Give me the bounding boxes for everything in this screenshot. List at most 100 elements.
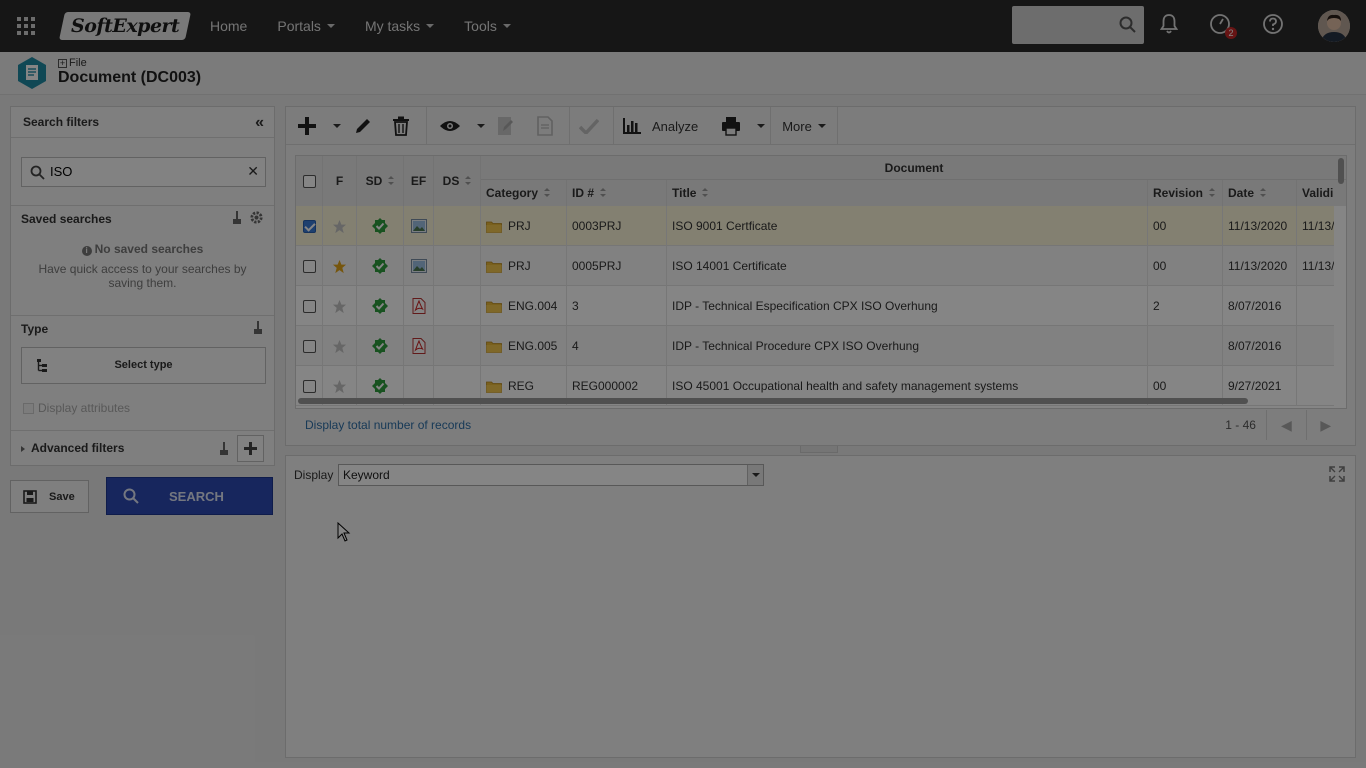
column-header-category[interactable]: Category: [481, 180, 567, 206]
electronic-file-cell: [404, 286, 434, 326]
nav-item-portals[interactable]: Portals: [277, 18, 335, 34]
sort-icon: [702, 188, 709, 198]
nav-item-tools[interactable]: Tools: [464, 18, 511, 34]
favorite-cell: [323, 286, 357, 326]
favorite-star-icon[interactable]: [332, 299, 347, 314]
collapse-panel-icon[interactable]: «: [255, 114, 264, 132]
pencil-icon: [356, 119, 370, 133]
favorite-star-filled-icon[interactable]: [332, 259, 347, 274]
folder-icon: [486, 221, 502, 233]
save-button[interactable]: Save: [10, 480, 89, 513]
electronic-file-cell: [404, 206, 434, 246]
advanced-filters-section[interactable]: Advanced filters: [11, 430, 274, 466]
view-button[interactable]: [436, 107, 464, 145]
ds-cell: [434, 246, 481, 286]
advanced-filters-toggle[interactable]: Advanced filters: [21, 441, 124, 455]
broom-icon[interactable]: [218, 441, 230, 456]
caret-down-icon: [326, 24, 335, 28]
horizontal-scrollbar[interactable]: [298, 398, 1248, 404]
group-header-document: Document: [481, 156, 1346, 180]
gear-icon[interactable]: [249, 210, 264, 225]
add-dropdown-button[interactable]: [330, 107, 344, 145]
image-file-icon: [410, 259, 427, 273]
row-checkbox[interactable]: [302, 339, 316, 353]
help-icon[interactable]: [1262, 13, 1284, 35]
nav-item-my-tasks[interactable]: My tasks: [365, 18, 435, 34]
category-cell: PRJ: [481, 246, 567, 286]
validity-cell: [1297, 286, 1334, 326]
filter-search-field[interactable]: ✕: [21, 157, 266, 187]
column-header-id[interactable]: ID #: [567, 180, 667, 206]
status-approved-icon: [372, 218, 388, 234]
checkin-button[interactable]: [532, 107, 558, 145]
column-header-date[interactable]: Date: [1223, 180, 1297, 206]
column-header-revision[interactable]: Revision: [1148, 180, 1223, 206]
breadcrumb[interactable]: + File: [58, 57, 87, 69]
approve-button[interactable]: [576, 107, 602, 145]
checkbox[interactable]: [23, 402, 34, 414]
status-approved-icon: [372, 378, 388, 394]
caret-right-icon: [21, 446, 25, 452]
status-cell: [357, 246, 404, 286]
clear-search-icon[interactable]: ✕: [247, 163, 259, 180]
delete-button[interactable]: [388, 107, 414, 145]
mouse-cursor-icon: [337, 522, 351, 542]
analyze-button[interactable]: Analyze: [622, 107, 704, 145]
view-dropdown-button[interactable]: [474, 107, 488, 145]
add-button[interactable]: [294, 107, 320, 145]
column-header-title[interactable]: Title: [667, 180, 1148, 206]
bell-icon[interactable]: [1160, 13, 1178, 35]
search-icon[interactable]: [1119, 16, 1136, 33]
panel-split-handle[interactable]: [800, 446, 838, 453]
expand-icon[interactable]: [1329, 466, 1345, 482]
table-row[interactable]: PRJ 0003PRJ ISO 9001 Certficate 00 11/13/202…: [296, 206, 1334, 246]
add-filter-button[interactable]: [237, 435, 264, 462]
favorite-star-icon[interactable]: [332, 219, 347, 234]
global-search[interactable]: [1012, 6, 1144, 44]
softexpert-logo[interactable]: SoftExpert: [59, 12, 191, 40]
row-checkbox[interactable]: [302, 219, 316, 233]
broom-icon[interactable]: [231, 210, 243, 225]
title-cell: IDP - Technical Procedure CPX ISO Overhu…: [667, 326, 1148, 366]
print-dropdown-button[interactable]: [754, 107, 768, 145]
display-attributes-checkbox[interactable]: Display attributes: [23, 401, 130, 415]
broom-icon[interactable]: [252, 320, 264, 335]
category-cell: PRJ: [481, 206, 567, 246]
table-row[interactable]: PRJ 0005PRJ ISO 14001 Certificate 00 11/13/2…: [296, 246, 1334, 286]
dropdown-arrow-icon[interactable]: [747, 465, 763, 485]
display-select[interactable]: Keyword: [338, 464, 764, 486]
row-checkbox[interactable]: [302, 259, 316, 273]
folder-icon: [486, 381, 502, 393]
tasks-gauge[interactable]: 2: [1209, 13, 1237, 39]
vertical-scrollbar[interactable]: [1338, 158, 1344, 184]
edit-button[interactable]: [350, 107, 376, 145]
more-button[interactable]: More: [776, 107, 832, 145]
row-checkbox[interactable]: [302, 299, 316, 313]
id-cell: 0003PRJ: [567, 206, 667, 246]
select-type-button[interactable]: Select type: [21, 347, 266, 384]
display-total-records-link[interactable]: Display total number of records: [305, 418, 471, 432]
favorite-star-icon[interactable]: [332, 379, 347, 394]
nav-item-home[interactable]: Home: [210, 18, 247, 34]
notification-badge: 2: [1225, 27, 1237, 39]
user-avatar[interactable]: [1318, 10, 1350, 42]
global-search-input[interactable]: [1012, 6, 1112, 42]
previous-page-button[interactable]: ◀: [1266, 410, 1305, 440]
sort-icon: [544, 188, 551, 198]
favorite-cell: [323, 206, 357, 246]
ds-cell: [434, 286, 481, 326]
checkout-button[interactable]: [492, 107, 518, 145]
details-panel: Display Keyword: [285, 455, 1356, 758]
table-row[interactable]: ENG.005 4 IDP - Technical Procedure CPX IS…: [296, 326, 1334, 366]
chevron-right-icon: ▶: [1320, 416, 1332, 433]
search-button[interactable]: SEARCH: [106, 477, 273, 515]
apps-grid-icon[interactable]: [0, 0, 52, 52]
row-checkbox[interactable]: [302, 379, 316, 393]
validity-cell: 11/13/: [1302, 259, 1334, 273]
filter-search-input[interactable]: [50, 164, 240, 179]
next-page-button[interactable]: ▶: [1305, 410, 1345, 440]
table-row[interactable]: ENG.004 3 IDP - Technical Especification C…: [296, 286, 1334, 326]
folder-icon: [486, 301, 502, 313]
favorite-star-icon[interactable]: [332, 339, 347, 354]
print-button[interactable]: [718, 107, 744, 145]
